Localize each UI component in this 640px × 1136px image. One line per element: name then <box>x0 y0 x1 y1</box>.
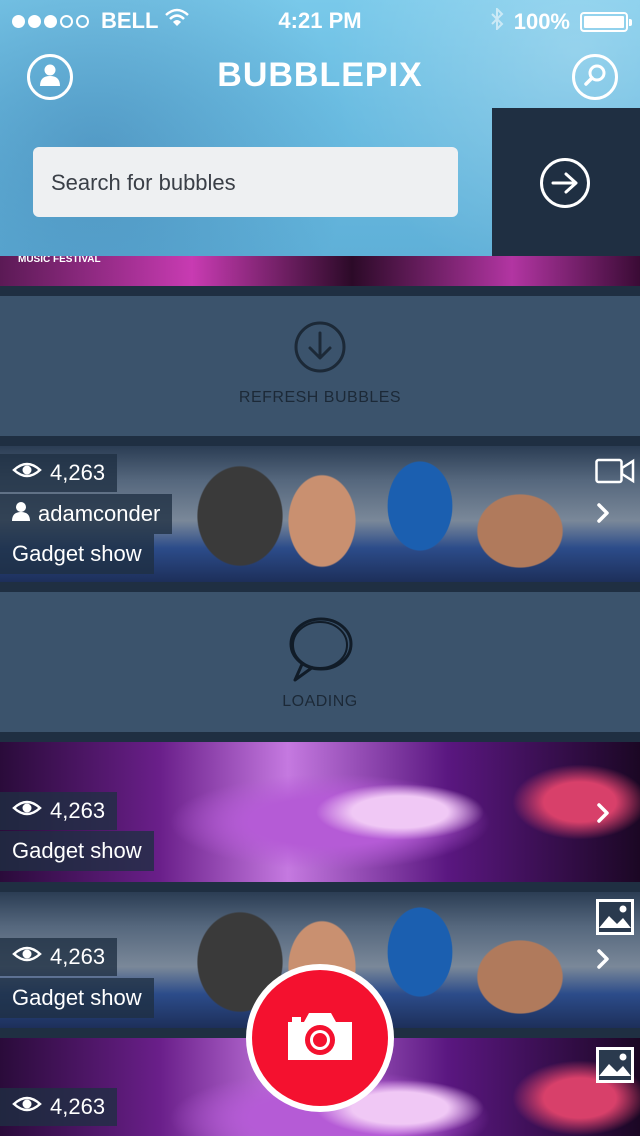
app-header: BELL 4:21 PM 100% BUBBLEPIX Search for b… <box>0 0 640 256</box>
refresh-panel[interactable]: REFRESH BUBBLES <box>0 296 640 436</box>
speech-bubble-icon <box>0 614 640 687</box>
title-badge: Gadget show <box>0 831 154 871</box>
bubble-caption: MUSIC FESTIVAL <box>18 256 101 265</box>
camera-button[interactable] <box>246 964 394 1112</box>
eye-icon <box>12 798 42 824</box>
eye-icon <box>12 1094 42 1120</box>
camera-icon <box>284 1008 356 1069</box>
chevron-right-icon[interactable] <box>596 502 610 529</box>
views-badge: 4,263 <box>0 792 118 830</box>
battery-percent: 100% <box>513 9 570 34</box>
loading-label: LOADING <box>282 693 358 710</box>
title-badge: Gadget show <box>0 534 154 574</box>
views-badge: 4,263 <box>0 1088 118 1126</box>
eye-icon <box>12 460 42 486</box>
arrow-right-circle-icon[interactable] <box>540 158 590 208</box>
loading-panel: LOADING <box>0 592 640 732</box>
bubble-title: Gadget show <box>12 541 142 566</box>
search-button[interactable] <box>572 54 618 100</box>
app-title: BUBBLEPIX <box>217 56 423 94</box>
refresh-label: REFRESH BUBBLES <box>238 389 402 406</box>
views-count: 4,263 <box>50 1094 106 1119</box>
status-bar: BELL 4:21 PM 100% <box>0 0 640 40</box>
views-badge: 4,263 <box>0 938 118 976</box>
bubble-card[interactable]: 4,263 Gadget show <box>0 742 640 882</box>
username: adamconder <box>38 501 161 526</box>
video-icon <box>594 450 636 492</box>
views-count: 4,263 <box>50 944 106 969</box>
views-count: 4,263 <box>50 460 106 485</box>
bubble-title: Gadget show <box>12 838 142 863</box>
bubble-thumbnail-music-festival[interactable]: MUSIC FESTIVAL <box>0 256 640 286</box>
search-input[interactable]: Search for bubbles <box>33 147 458 217</box>
nav-bar: BUBBLEPIX <box>0 52 640 100</box>
image-icon <box>594 1044 636 1086</box>
download-arrow-icon <box>0 320 640 379</box>
image-icon <box>594 896 636 938</box>
chevron-right-icon[interactable] <box>596 802 610 829</box>
views-badge: 4,263 <box>0 454 118 492</box>
battery-icon <box>580 12 632 32</box>
bluetooth-icon <box>490 6 504 36</box>
app-screen: MUSIC FESTIVAL REFRESH BUBBLES 4,263 ada… <box>0 0 640 1136</box>
chevron-right-icon[interactable] <box>596 948 610 975</box>
status-right: 100% <box>490 6 632 36</box>
bubble-card[interactable]: 4,263 adamconder Gadget show <box>0 446 640 582</box>
views-count: 4,263 <box>50 798 106 823</box>
eye-icon <box>12 944 42 970</box>
camera-button-fill <box>252 970 388 1106</box>
bubble-title: Gadget show <box>12 985 142 1010</box>
user-icon <box>12 501 30 527</box>
search-icon <box>583 63 607 92</box>
search-go-panel[interactable] <box>492 108 640 256</box>
title-badge: Gadget show <box>0 978 154 1018</box>
user-badge[interactable]: adamconder <box>0 494 173 534</box>
